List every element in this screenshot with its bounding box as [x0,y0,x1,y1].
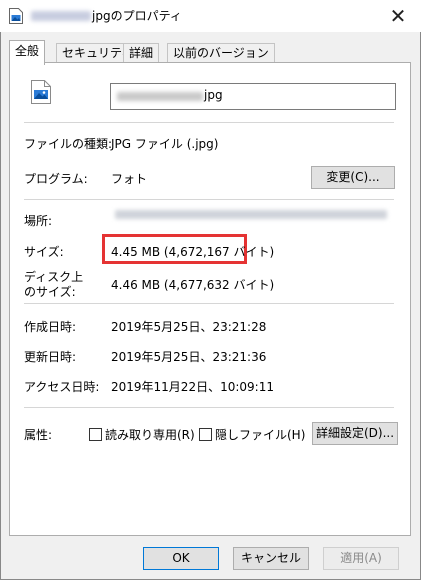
tab-general-label: 全般 [15,44,40,58]
readonly-label[interactable]: 読み取り専用(R) [105,426,195,443]
file-type-label: ファイルの種類: [24,137,113,151]
ok-button[interactable]: OK [143,547,219,570]
size-value: 4.45 MB (4,672,167 バイト) [111,245,275,259]
hidden-checkbox[interactable] [199,428,212,441]
tab-details[interactable]: 詳細 [123,43,160,63]
program-value: フォト [111,172,148,186]
cancel-button[interactable]: キャンセル [233,547,309,570]
filename-field[interactable]: jpg [110,83,396,110]
tab-previous-versions[interactable]: 以前のバージョン [167,43,275,63]
image-file-icon [31,80,51,104]
size-label: サイズ: [24,245,64,259]
advanced-button[interactable]: 詳細設定(D)... [312,422,398,445]
readonly-checkbox[interactable] [89,428,102,441]
disk-size-label: ディスク上 のサイズ: [24,270,83,300]
created-value: 2019年5月25日、23:21:28 [111,320,267,334]
title-bar: jpgのプロパティ ✕ [0,0,421,32]
modified-label: 更新日時: [24,350,77,364]
hidden-label[interactable]: 隠しファイル(H) [215,426,305,443]
apply-button[interactable]: 適用(A) [323,547,399,570]
tab-previous-versions-label: 以前のバージョン [173,46,269,60]
disk-size-label-line2: のサイズ: [24,285,76,299]
close-button[interactable]: ✕ [375,0,421,32]
divider [24,407,394,408]
tab-details-label: 詳細 [129,46,154,60]
close-icon: ✕ [389,4,407,28]
program-label: プログラム: [24,172,88,186]
divider [24,303,394,304]
divider [24,122,394,123]
modified-value: 2019年5月25日、23:21:36 [111,350,267,364]
redacted-filename [117,92,203,101]
disk-size-label-line1: ディスク上 [24,270,84,284]
created-label: 作成日時: [24,320,77,334]
attributes-label: 属性: [24,428,53,442]
location-label: 場所: [24,214,53,228]
redacted-filename [31,11,91,21]
filename-extension: jpg [204,88,223,102]
tab-general[interactable]: 全般 [9,40,46,65]
redacted-location [115,210,387,219]
disk-size-value: 4.46 MB (4,677,632 バイト) [111,278,275,292]
change-button[interactable]: 変更(C)... [311,166,395,189]
window-title: jpgのプロパティ [92,9,182,23]
divider [24,199,394,200]
accessed-label: アクセス日時: [24,380,100,394]
accessed-value: 2019年11月22日、10:09:11 [111,380,274,394]
file-type-value: JPG ファイル (.jpg) [111,137,219,151]
image-file-icon [9,8,23,24]
